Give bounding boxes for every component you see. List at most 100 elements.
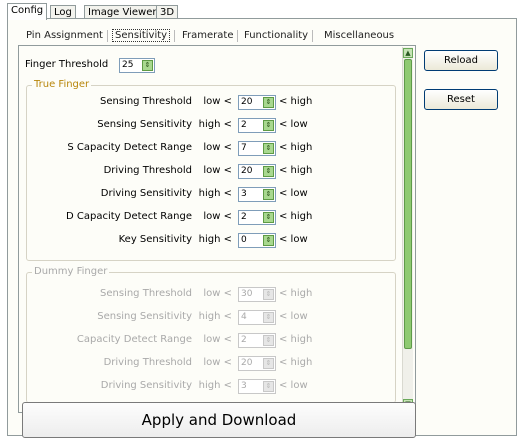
row-right-bound: < high — [279, 288, 313, 299]
value-spinbox: 3 ⇕ — [238, 379, 276, 394]
spin-arrows-icon[interactable]: ⇕ — [263, 120, 274, 131]
tab-pin-assignment[interactable]: Pin Assignment — [22, 27, 108, 45]
spin-arrows-icon[interactable]: ⇕ — [263, 166, 274, 177]
scroll-thumb[interactable] — [404, 59, 412, 349]
row-right-bound: < high — [279, 96, 313, 107]
row-left-bound: high < — [198, 188, 232, 199]
dummy-finger-row-label: Driving Sensitivity — [100, 380, 192, 391]
row-right-bound: < high — [279, 142, 313, 153]
value-spinbox: 4 ⇕ — [238, 310, 276, 325]
spin-arrows-icon[interactable]: ⇕ — [263, 235, 274, 246]
row-right-bound: < low — [279, 311, 308, 322]
true-finger-row-label: Driving Threshold — [103, 165, 192, 176]
finger-threshold-spinbox[interactable]: 25 ⇕ — [119, 58, 155, 73]
tab-config[interactable]: Config — [7, 3, 48, 20]
apply-and-download-label: Apply and Download — [141, 411, 297, 429]
apply-and-download-button[interactable]: Apply and Download — [22, 402, 416, 438]
row-right-bound: < low — [279, 188, 308, 199]
tab-functionality[interactable]: Functionality — [240, 27, 314, 45]
tab-3d-label: 3D — [160, 7, 175, 18]
vertical-scrollbar[interactable]: ▲ ▼ — [402, 47, 413, 410]
dummy-finger-row-label: Capacity Detect Range — [76, 334, 192, 345]
row-right-bound: < low — [279, 119, 308, 130]
tab-framerate-label: Framerate — [182, 30, 234, 41]
true-finger-row-label: Driving Sensitivity — [100, 188, 192, 199]
scroll-up-icon[interactable]: ▲ — [403, 48, 413, 58]
row-right-bound: < high — [279, 357, 313, 368]
tab-config-label: Config — [11, 5, 44, 16]
row-left-bound: low < — [203, 142, 232, 153]
dummy-finger-row-label: Driving Threshold — [103, 357, 192, 368]
row-right-bound: < low — [279, 380, 308, 391]
true-finger-title: True Finger — [32, 79, 92, 90]
row-left-bound: high < — [198, 311, 232, 322]
spin-arrows-icon: ⇕ — [263, 358, 274, 369]
tab-miscellaneous[interactable]: Miscellaneous — [320, 27, 398, 45]
spinbox-value: 20 — [241, 166, 253, 176]
row-left-bound: low < — [203, 211, 232, 222]
tab-3d[interactable]: 3D — [156, 5, 179, 19]
spin-arrows-icon: ⇕ — [263, 381, 274, 392]
spin-arrows-icon[interactable]: ⇕ — [263, 97, 274, 108]
row-right-bound: < high — [279, 165, 313, 176]
row-right-bound: < high — [279, 211, 313, 222]
row-right-bound: < low — [279, 234, 308, 245]
tab-log[interactable]: Log — [50, 5, 76, 19]
dummy-finger-row-label: Sensing Sensitivity — [97, 311, 192, 322]
spinbox-value: 30 — [241, 289, 253, 299]
tab-miscellaneous-label: Miscellaneous — [324, 30, 395, 41]
row-left-bound: low < — [203, 165, 232, 176]
tab-log-label: Log — [54, 7, 72, 18]
spinbox-value: 2 — [241, 212, 247, 222]
row-left-bound: low < — [203, 357, 232, 368]
spin-arrows-icon: ⇕ — [263, 289, 274, 300]
row-left-bound: low < — [203, 334, 232, 345]
value-spinbox[interactable]: 0 ⇕ — [238, 233, 276, 248]
tab-sensitivity-label: Sensitivity — [112, 29, 171, 42]
true-finger-row-label: Key Sensitivity — [118, 234, 192, 245]
spinbox-value: 3 — [241, 381, 247, 391]
spinbox-value: 4 — [241, 312, 247, 322]
row-left-bound: high < — [198, 234, 232, 245]
value-spinbox[interactable]: 3 ⇕ — [238, 187, 276, 202]
row-left-bound: high < — [198, 119, 232, 130]
reset-button[interactable]: Reset — [424, 89, 498, 110]
true-finger-row-label: Sensing Threshold — [100, 96, 192, 107]
reload-button[interactable]: Reload — [424, 50, 498, 71]
spinbox-value: 3 — [241, 189, 247, 199]
tab-image-viewer-label: Image Viewer — [88, 7, 157, 18]
spin-arrows-icon[interactable]: ⇕ — [263, 189, 274, 200]
true-finger-row-label: Sensing Sensitivity — [97, 119, 192, 130]
dummy-finger-row-label: Sensing Threshold — [100, 288, 192, 299]
tab-image-viewer[interactable]: Image Viewer — [84, 5, 161, 19]
dummy-finger-title: Dummy Finger — [32, 266, 110, 277]
row-left-bound: high < — [198, 380, 232, 391]
spinbox-value: 7 — [241, 143, 247, 153]
value-spinbox[interactable]: 20 ⇕ — [238, 164, 276, 179]
row-left-bound: low < — [203, 96, 232, 107]
tab-pin-assignment-label: Pin Assignment — [26, 30, 103, 41]
spinbox-value: 20 — [241, 97, 253, 107]
spin-arrows-icon: ⇕ — [263, 335, 274, 346]
spinbox-value: 0 — [241, 235, 247, 245]
row-left-bound: low < — [203, 288, 232, 299]
value-spinbox[interactable]: 20 ⇕ — [238, 95, 276, 110]
reset-button-label: Reset — [447, 94, 475, 105]
reload-button-label: Reload — [443, 55, 479, 66]
spinbox-value: 2 — [241, 120, 247, 130]
value-spinbox[interactable]: 2 ⇕ — [238, 118, 276, 133]
tab-framerate[interactable]: Framerate — [178, 27, 239, 45]
spin-arrows-icon[interactable]: ⇕ — [263, 212, 274, 223]
tab-functionality-label: Functionality — [244, 30, 309, 41]
row-right-bound: < high — [279, 334, 313, 345]
finger-threshold-value: 25 — [122, 60, 134, 70]
true-finger-row-label: D Capacity Detect Range — [66, 211, 192, 222]
spin-arrows-icon: ⇕ — [263, 312, 274, 323]
spin-arrows-icon[interactable]: ⇕ — [142, 60, 153, 71]
value-spinbox[interactable]: 7 ⇕ — [238, 141, 276, 156]
value-spinbox[interactable]: 2 ⇕ — [238, 210, 276, 225]
spin-arrows-icon[interactable]: ⇕ — [263, 143, 274, 154]
finger-threshold-label: Finger Threshold — [25, 59, 109, 70]
value-spinbox: 20 ⇕ — [238, 356, 276, 371]
tab-sensitivity[interactable]: Sensitivity — [108, 27, 176, 45]
